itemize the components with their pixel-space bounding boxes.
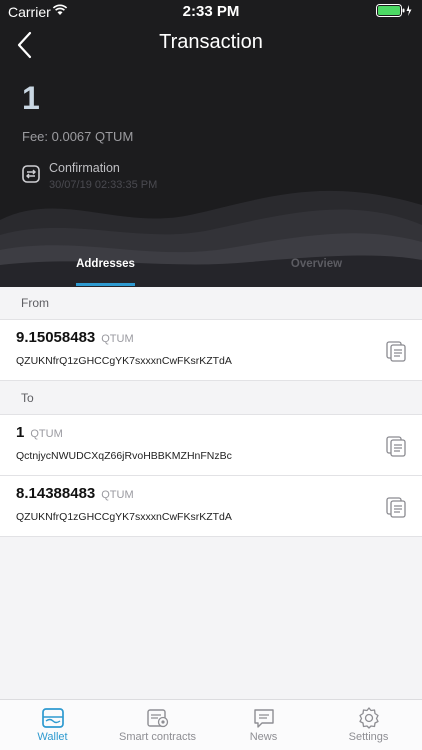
from-amount: 9.15058483 QTUM: [16, 329, 134, 346]
news-icon: [253, 709, 274, 728]
from-amount-unit: QTUM: [101, 333, 134, 345]
page-title: Transaction: [159, 31, 263, 53]
tabbar-news[interactable]: News: [211, 706, 316, 743]
to-address-row: 8.14388483 QTUM QZUKNfrQ1zGHCCgYK7sxxxnCw…: [0, 475, 422, 537]
wallet-icon: [41, 708, 64, 728]
tabbar-settings[interactable]: Settings: [316, 706, 421, 743]
tabbar-wallet[interactable]: Wallet: [0, 706, 105, 743]
to-address-row: 1 QTUM QctnjycNWUDCXqZ66jRvoHBBKMZHnFNzBc: [0, 414, 422, 476]
from-address: QZUKNfrQ1zGHCCgYK7sxxxnCwFKsrKZTdA: [16, 355, 232, 367]
copy-icon[interactable]: [384, 434, 408, 458]
copy-icon[interactable]: [384, 339, 408, 363]
tabbar-news-label: News: [249, 731, 278, 743]
to-amount-value: 8.14388483: [16, 485, 96, 502]
copy-icon[interactable]: [384, 495, 408, 519]
to-amount-unit: QTUM: [30, 428, 63, 440]
confirmation-label: Confirmation: [49, 161, 120, 175]
tab-overview[interactable]: Overview: [211, 258, 422, 270]
to-amount-unit: QTUM: [101, 489, 134, 501]
transaction-header: Carrier 2:33 PM Transaction 1 Fee: 0.006…: [0, 0, 422, 287]
gear-icon: [358, 707, 379, 729]
sync-icon: [22, 165, 40, 183]
active-tab-indicator: [76, 283, 135, 286]
tabbar-wallet-label: Wallet: [37, 731, 68, 743]
from-address-row: 9.15058483 QTUM QZUKNfrQ1zGHCCgYK7sxxxnCw…: [0, 319, 422, 381]
contracts-icon: [146, 709, 168, 728]
to-address: QZUKNfrQ1zGHCCgYK7sxxxnCwFKsrKZTdA: [16, 511, 232, 523]
tabbar-smart-contracts-label: Smart contracts: [118, 731, 197, 743]
status-bar: Carrier 2:33 PM: [0, 0, 422, 22]
transaction-amount: 1: [22, 80, 40, 116]
tab-addresses[interactable]: Addresses: [0, 258, 211, 270]
to-amount: 1 QTUM: [16, 424, 63, 441]
tabbar-settings-label: Settings: [348, 731, 389, 743]
tabbar-smart-contracts[interactable]: Smart contracts: [105, 706, 210, 743]
transaction-fee: Fee: 0.0067 QTUM: [22, 129, 134, 144]
to-amount-value: 1: [16, 424, 25, 441]
to-section-label: To: [21, 391, 34, 405]
status-time: 2:33 PM: [182, 3, 240, 20]
from-amount-value: 9.15058483: [16, 329, 96, 346]
battery-icon: [376, 4, 412, 17]
bottom-tab-bar: Wallet Smart contracts News Settings: [0, 699, 422, 750]
to-address: QctnjycNWUDCXqZ66jRvoHBBKMZHnFNzBc: [16, 450, 232, 462]
transaction-date: 30/07/19 02:33:35 PM: [49, 179, 158, 191]
from-section-label: From: [21, 296, 49, 310]
to-amount: 8.14388483 QTUM: [16, 485, 134, 502]
